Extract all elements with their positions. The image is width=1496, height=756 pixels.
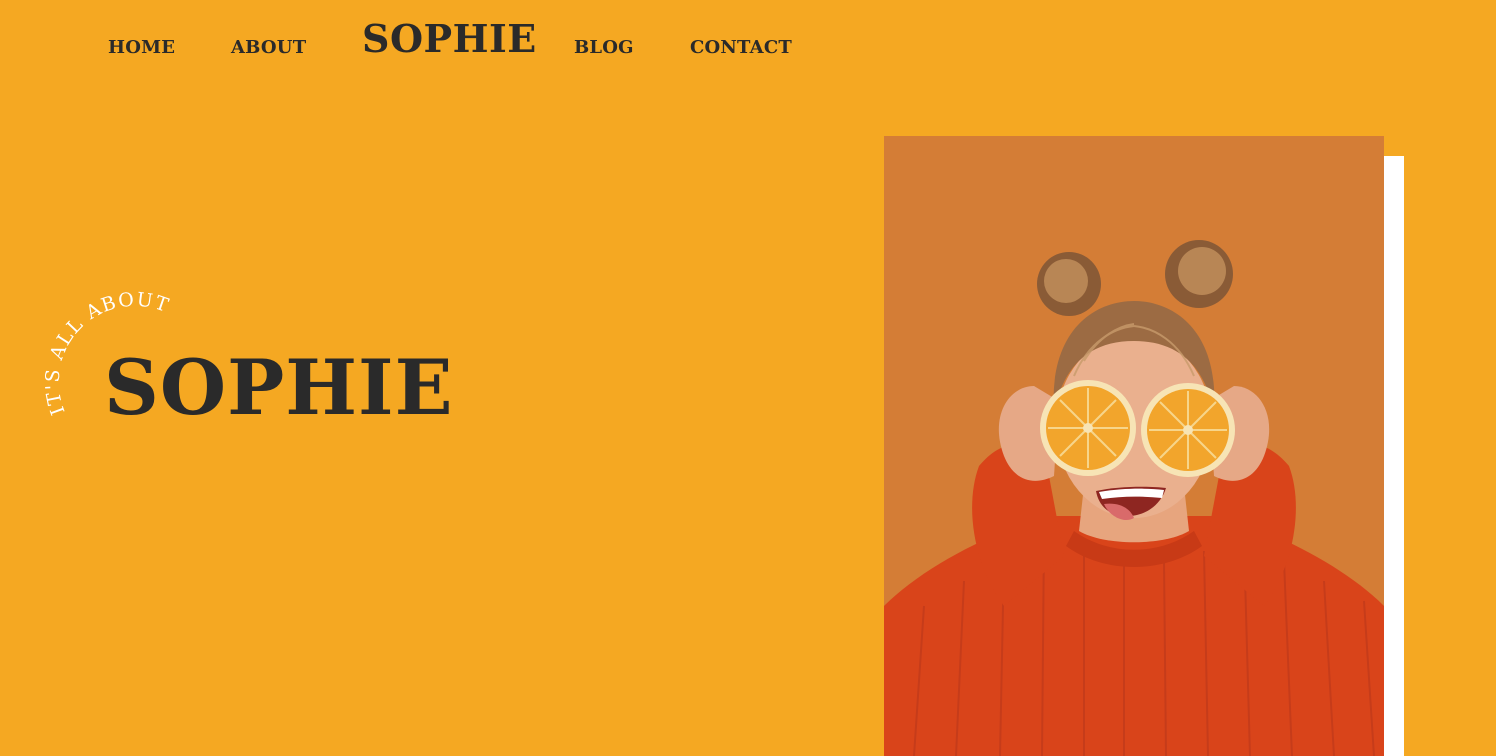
nav-link-about[interactable]: ABOUT [231, 37, 306, 58]
site-logo[interactable]: SOPHIE [362, 16, 537, 61]
hero-photo-illustration [884, 136, 1384, 756]
nav-link-home[interactable]: HOME [108, 37, 175, 58]
top-nav: HOME ABOUT SOPHIE BLOG CONTACT [0, 0, 1496, 90]
hero-photo [884, 136, 1384, 756]
nav-link-blog[interactable]: BLOG [574, 37, 634, 58]
nav-link-contact[interactable]: CONTACT [690, 37, 792, 58]
hero-title: SOPHIE [104, 343, 454, 432]
